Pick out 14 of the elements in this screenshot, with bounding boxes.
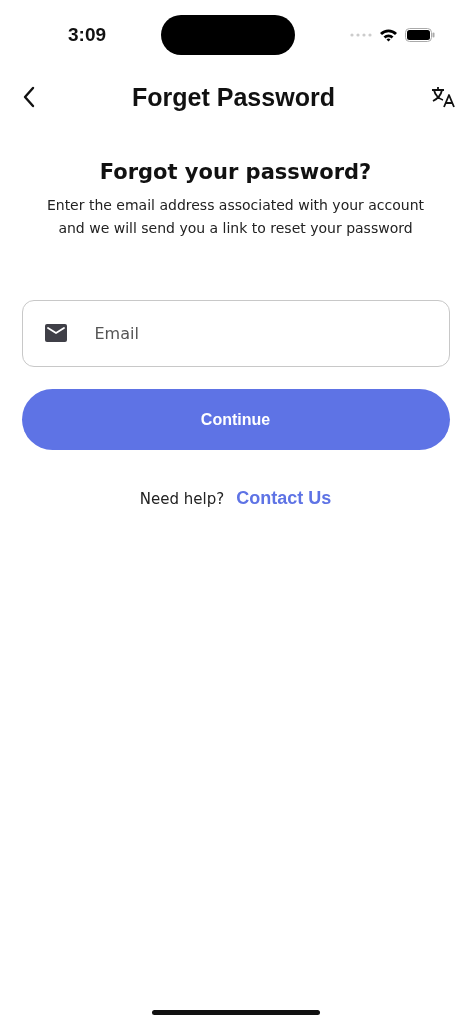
heading: Forgot your password? <box>99 160 372 184</box>
signal-icon <box>350 33 372 37</box>
wifi-icon <box>379 28 398 42</box>
help-text: Need help? <box>139 489 225 508</box>
chevron-left-icon <box>22 86 36 108</box>
contact-us-link[interactable]: Contact Us <box>236 488 332 509</box>
envelope-icon <box>44 324 67 342</box>
battery-icon <box>405 28 435 42</box>
status-time: 3:09 <box>68 24 107 46</box>
description: Enter the email address associated with your account and we will send you a link to reset your password <box>45 196 426 238</box>
continue-button[interactable]: Continue <box>21 389 450 450</box>
screen-title: Forget Password <box>132 82 335 112</box>
translate-icon <box>431 86 455 108</box>
email-field[interactable]: Email <box>21 300 450 367</box>
